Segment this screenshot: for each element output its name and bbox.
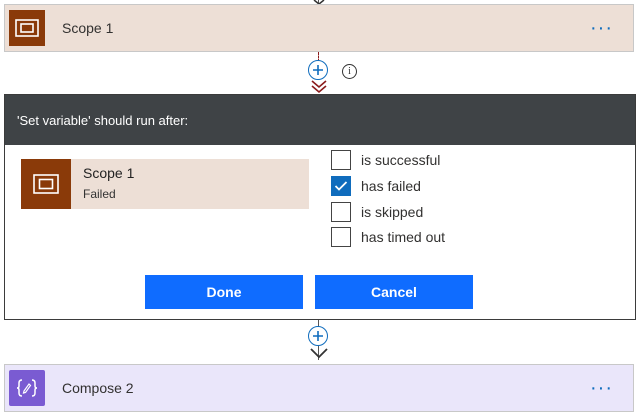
option-has-failed[interactable]: has failed — [331, 176, 421, 196]
dialog-title: 'Set variable' should run after: — [17, 112, 189, 128]
compose-icon — [9, 370, 45, 406]
scope-card[interactable]: Scope 1 ··· — [4, 4, 634, 52]
done-button[interactable]: Done — [145, 275, 303, 309]
info-icon[interactable]: i — [342, 64, 357, 79]
option-is-skipped[interactable]: is skipped — [331, 202, 423, 222]
scope-icon — [9, 10, 45, 46]
scope-reference-card: Scope 1 Failed — [21, 159, 309, 209]
checkbox-has-timed-out[interactable] — [331, 227, 351, 247]
checkbox-is-successful[interactable] — [331, 150, 351, 170]
option-label: is skipped — [361, 204, 424, 220]
scope-reference-title: Scope 1 — [83, 165, 135, 181]
compose-card[interactable]: Compose 2 ··· — [4, 364, 634, 412]
cancel-button[interactable]: Cancel — [315, 275, 473, 309]
checkbox-is-skipped[interactable] — [331, 202, 351, 222]
scope-card-title: Scope 1 — [62, 20, 114, 36]
compose-card-more-button[interactable]: ··· — [590, 378, 613, 398]
scope-icon — [21, 159, 71, 209]
option-label: has failed — [361, 178, 421, 194]
insert-step-button[interactable] — [308, 60, 328, 80]
checkbox-has-failed[interactable] — [331, 176, 351, 196]
scope-reference-status: Failed — [83, 187, 116, 201]
dialog-header: 'Set variable' should run after: — [5, 95, 635, 145]
scope-card-more-button[interactable]: ··· — [590, 18, 613, 38]
option-has-timed-out[interactable]: has timed out — [331, 227, 445, 247]
insert-step-button-lower[interactable] — [308, 326, 328, 346]
down-arrow-icon — [310, 348, 328, 359]
run-after-arrow-icon — [311, 80, 327, 94]
option-is-successful[interactable]: is successful — [331, 150, 440, 170]
checkmark-icon — [334, 181, 348, 191]
plus-icon — [313, 65, 323, 75]
run-after-dialog: 'Set variable' should run after: Scope 1… — [4, 94, 636, 320]
plus-icon — [313, 331, 323, 341]
compose-card-title: Compose 2 — [62, 380, 134, 396]
option-label: is successful — [361, 152, 441, 168]
option-label: has timed out — [361, 229, 446, 245]
